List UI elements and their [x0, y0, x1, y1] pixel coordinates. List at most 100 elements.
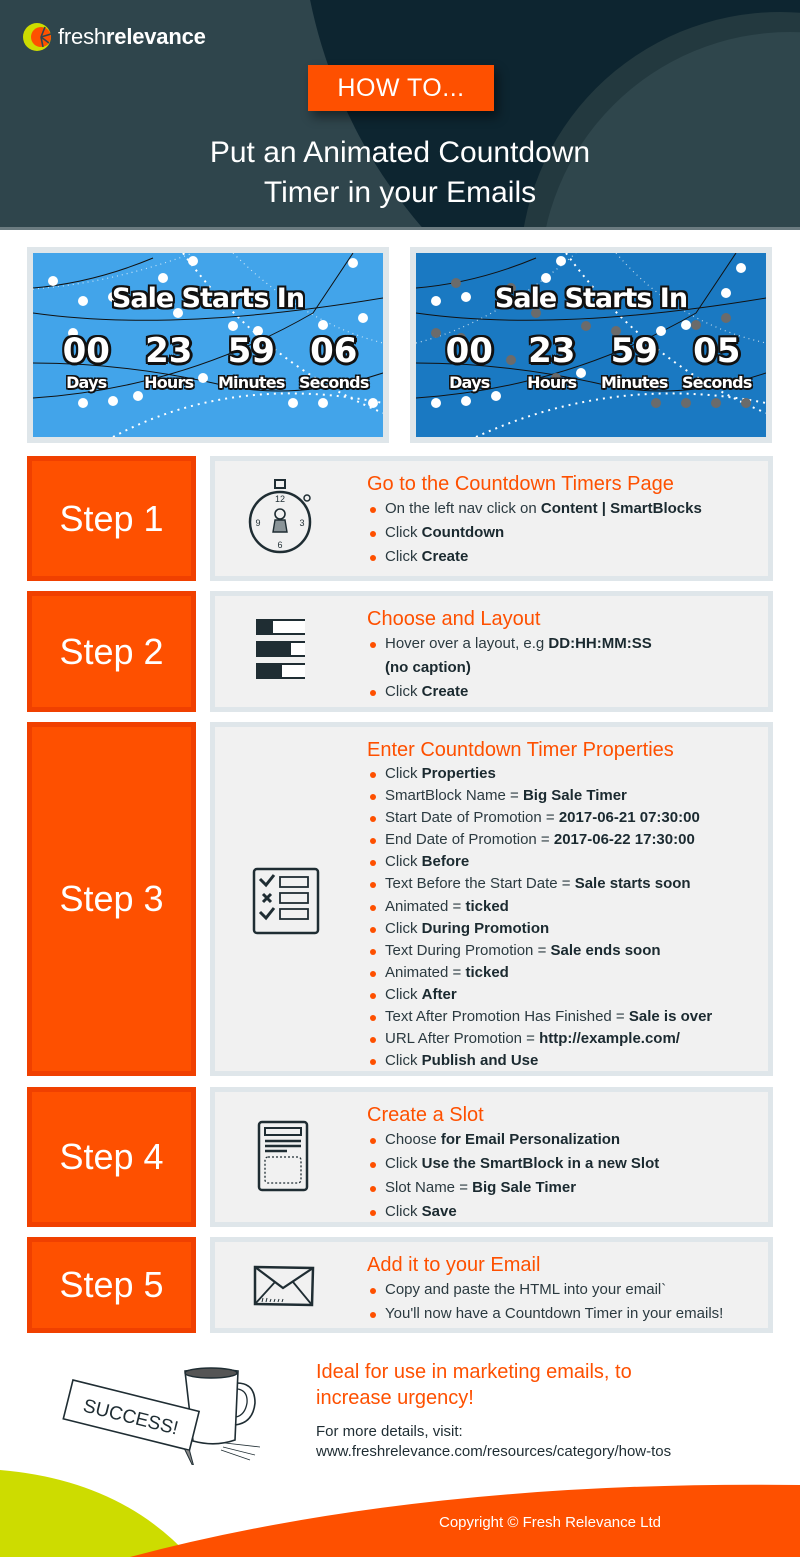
page-title: Put an Animated Countdown Timer in your … — [0, 133, 800, 213]
layout-bars-icon — [256, 619, 305, 679]
svg-text:12: 12 — [275, 494, 285, 504]
header-divider — [0, 227, 800, 230]
step-3-card: Enter Countdown Timer Properties Click P… — [210, 722, 773, 1076]
header-banner: freshrelevance HOW TO... Put an Animated… — [0, 0, 800, 230]
timer-unit-days: 00 Days — [428, 331, 511, 392]
timer-value: 59 — [610, 331, 658, 371]
step-5-label: Step 5 — [27, 1237, 196, 1333]
timer-unit-hours: 23 Hours — [511, 331, 594, 392]
envelope-icon — [253, 1265, 315, 1307]
timer-unit-hours: 23 Hours — [128, 331, 211, 392]
timer-value: 23 — [145, 331, 193, 371]
timer-label: Minutes — [217, 373, 285, 392]
timer-label: Minutes — [600, 373, 668, 392]
instruction-item: End Date of Promotion = 2017-06-22 17:30… — [367, 829, 760, 851]
instruction-item: You'll now have a Countdown Timer in you… — [367, 1302, 760, 1326]
timer-label: Hours — [144, 373, 194, 392]
timer-units: 00 Days 23 Hours 59 Minutes 05 Seconds — [428, 331, 758, 392]
instruction-item: Hover over a layout, e.g DD:HH:MM:SS — [367, 632, 760, 656]
countdown-timer-2: Sale Starts In 00 Days 23 Hours 59 Minutes … — [416, 253, 766, 437]
svg-text:6: 6 — [277, 540, 282, 550]
instruction-item: Click Use the SmartBlock in a new Slot — [367, 1152, 760, 1176]
document-slot-icon — [257, 1120, 309, 1192]
instruction-item: Text After Promotion Has Finished = Sale… — [367, 1006, 760, 1028]
page-title-line-2: Timer in your Emails — [263, 176, 537, 209]
timer-label: Seconds — [681, 373, 752, 392]
svg-text:9: 9 — [255, 518, 260, 528]
timer-unit-seconds: 05 Seconds — [676, 331, 759, 392]
brand-logo[interactable]: freshrelevance — [22, 22, 206, 52]
step-2-body: Choose and Layout Hover over a layout, e… — [367, 606, 760, 704]
countdown-timer-example-2: Sale Starts In 00 Days 23 Hours 59 Minutes … — [410, 247, 772, 443]
step-1-card: 12 3 6 9 Go to the Countdown Timers Page… — [210, 456, 773, 581]
step-5-instructions: Copy and paste the HTML into your email`… — [367, 1278, 760, 1326]
checklist-icon — [252, 867, 320, 935]
timer-value: 06 — [310, 331, 358, 371]
cta-text: Ideal for use in marketing emails, to in… — [316, 1359, 632, 1411]
timer-label: Days — [449, 373, 490, 392]
how-to-badge: HOW TO... — [308, 65, 494, 111]
step-2-card: Choose and Layout Hover over a layout, e… — [210, 591, 773, 712]
countdown-timer-example-1: Sale Starts In 00 Days 23 Hours 59 Minutes … — [27, 247, 389, 443]
instruction-item: Click During Promotion — [367, 918, 760, 940]
step-title: Add it to your Email — [367, 1254, 541, 1276]
instruction-item: Slot Name = Big Sale Timer — [367, 1176, 760, 1200]
step-5-card: Add it to your Email Copy and paste the … — [210, 1237, 773, 1333]
timer-value: 00 — [62, 331, 110, 371]
countdown-timer-1: Sale Starts In 00 Days 23 Hours 59 Minutes … — [33, 253, 383, 437]
timer-heading: Sale Starts In — [494, 283, 688, 314]
timer-unit-minutes: 59 Minutes — [210, 331, 293, 392]
step-1-label: Step 1 — [27, 456, 196, 581]
more-details-label: For more details, visit: — [316, 1423, 463, 1440]
step-4-body: Create a Slot Choose for Email Personali… — [367, 1102, 760, 1224]
footer-waves — [0, 1470, 800, 1557]
instruction-item: Choose for Email Personalization — [367, 1128, 760, 1152]
timer-value: 59 — [227, 331, 275, 371]
instruction-item: Click Publish and Use — [367, 1050, 760, 1072]
instruction-item: Click Properties — [367, 763, 760, 785]
instruction-item: Text During Promotion = Sale ends soon — [367, 940, 760, 962]
cta-line-2: increase urgency! — [316, 1387, 474, 1409]
instruction-item: Copy and paste the HTML into your email` — [367, 1278, 760, 1302]
instruction-item: URL After Promotion = http://example.com… — [367, 1028, 760, 1050]
success-mug-illustration: SUCCESS! — [62, 1367, 261, 1465]
timer-unit-seconds: 06 Seconds — [293, 331, 376, 392]
step-4-label: Step 4 — [27, 1087, 196, 1227]
timer-value: 23 — [528, 331, 576, 371]
instruction-item-continuation: (no caption) — [385, 659, 471, 676]
timer-value: 00 — [445, 331, 493, 371]
instruction-item: Click Before — [367, 851, 760, 873]
lime-wave — [0, 1470, 190, 1557]
step-3-instructions: Click Properties SmartBlock Name = Big S… — [367, 763, 760, 1072]
step-5-body: Add it to your Email Copy and paste the … — [367, 1252, 760, 1326]
step-2-instructions: Hover over a layout, e.g DD:HH:MM:SS (no… — [367, 632, 760, 704]
step-4-instructions: Choose for Email Personalization Click U… — [367, 1128, 760, 1224]
step-title: Go to the Countdown Timers Page — [367, 473, 674, 495]
instruction-item: Start Date of Promotion = 2017-06-21 07:… — [367, 807, 760, 829]
step-3-body: Enter Countdown Timer Properties Click P… — [367, 737, 760, 1072]
instruction-item: Animated = ticked — [367, 896, 760, 918]
more-details-link[interactable]: www.freshrelevance.com/resources/categor… — [316, 1442, 671, 1462]
timer-label: Seconds — [298, 373, 369, 392]
svg-text:3: 3 — [299, 518, 304, 528]
brand-name: freshrelevance — [58, 24, 206, 49]
timer-units: 00 Days 23 Hours 59 Minutes 06 Seconds — [45, 331, 375, 392]
instruction-item: Click Create — [367, 545, 760, 569]
timer-heading: Sale Starts In — [111, 283, 305, 314]
more-details: For more details, visit: www.freshreleva… — [316, 1422, 671, 1462]
success-sign: SUCCESS! — [62, 1379, 201, 1465]
copyright-text: Copyright © Fresh Relevance Ltd — [439, 1514, 661, 1531]
step-2-label: Step 2 — [27, 591, 196, 712]
instruction-item: On the left nav click on Content | Smart… — [367, 497, 760, 521]
instruction-item: Text Before the Start Date = Sale starts… — [367, 873, 760, 895]
timer-value: 05 — [693, 331, 741, 371]
instruction-item: Click Countdown — [367, 521, 760, 545]
instruction-item: Click Save — [367, 1200, 760, 1224]
instruction-item: SmartBlock Name = Big Sale Timer — [367, 785, 760, 807]
timer-unit-minutes: 59 Minutes — [593, 331, 676, 392]
timer-label: Days — [66, 373, 107, 392]
timer-unit-days: 00 Days — [45, 331, 128, 392]
cta-line-1: Ideal for use in marketing emails, to — [316, 1361, 632, 1383]
instruction-item: Animated = ticked — [367, 962, 760, 984]
step-title: Create a Slot — [367, 1104, 484, 1126]
